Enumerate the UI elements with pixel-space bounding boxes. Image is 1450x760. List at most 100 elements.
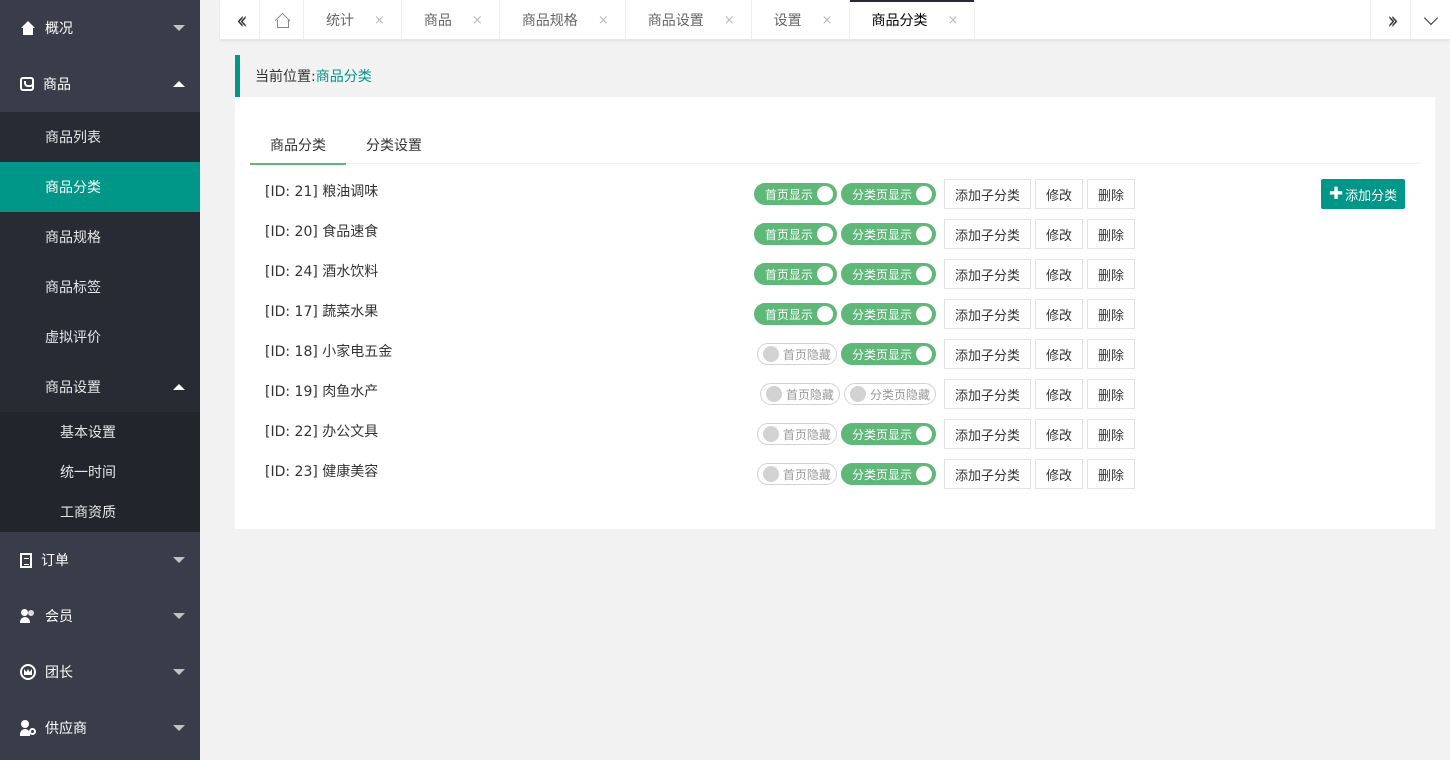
sidebar-item-goods-settings[interactable]: 商品设置 [0, 362, 200, 412]
nav-goods[interactable]: 商品 [0, 56, 200, 112]
tab-statistics[interactable]: 统计 × [304, 0, 402, 40]
category-row: [ID: 19] 肉鱼水产 首页隐藏 分类页隐藏 添加子分类 修改 删除 [265, 379, 1135, 409]
sidebar-item-goods-tags[interactable]: 商品标签 [0, 262, 200, 312]
nav-supplier[interactable]: 供应商 [0, 700, 200, 756]
category-page-visibility-switch[interactable]: 分类页隐藏 [843, 383, 936, 405]
sidebar-item-unified-time[interactable]: 统一时间 [0, 452, 200, 492]
nav-members[interactable]: 会员 [0, 588, 200, 644]
tabs-scroll-right-button[interactable]: ›› [1370, 0, 1410, 40]
delete-button[interactable]: 删除 [1086, 179, 1135, 209]
close-icon[interactable]: × [472, 13, 483, 28]
edit-button[interactable]: 修改 [1034, 259, 1083, 289]
breadcrumb-current[interactable]: 商品分类 [316, 66, 372, 86]
category-page-visibility-switch[interactable]: 分类页显示 [840, 183, 936, 205]
tab-goods-spec[interactable]: 商品规格 × [500, 0, 626, 40]
nav-overview-label: 概况 [45, 21, 73, 37]
category-page-visibility-switch[interactable]: 分类页显示 [840, 423, 936, 445]
sidebar-item-basic-settings[interactable]: 基本设置 [0, 412, 200, 452]
home-visibility-switch[interactable]: 首页隐藏 [756, 463, 837, 485]
category-page-visibility-switch-label: 分类页显示 [851, 467, 912, 482]
tabs-scroll-left-button[interactable]: ‹‹ [220, 0, 260, 40]
category-page-visibility-switch[interactable]: 分类页显示 [840, 343, 936, 365]
category-name: [ID: 19] 肉鱼水产 [265, 384, 379, 400]
double-chevron-left-icon: ‹‹ [236, 5, 248, 35]
add-subcategory-button[interactable]: 添加子分类 [943, 459, 1031, 489]
delete-button[interactable]: 删除 [1086, 419, 1135, 449]
sidebar-item-goods-spec[interactable]: 商品规格 [0, 212, 200, 262]
add-subcategory-button[interactable]: 添加子分类 [943, 419, 1031, 449]
close-icon[interactable]: × [374, 13, 385, 28]
tab-goods-settings[interactable]: 商品设置 × [626, 0, 752, 40]
category-page-visibility-switch[interactable]: 分类页显示 [840, 223, 936, 245]
home-visibility-switch[interactable]: 首页显示 [753, 183, 837, 205]
switch-knob [762, 346, 779, 362]
home-visibility-switch[interactable]: 首页隐藏 [759, 383, 840, 405]
edit-button[interactable]: 修改 [1034, 299, 1083, 329]
category-page-visibility-switch-label: 分类页隐藏 [869, 387, 930, 402]
add-subcategory-button[interactable]: 添加子分类 [943, 179, 1031, 209]
edit-button[interactable]: 修改 [1034, 379, 1083, 409]
switch-knob [915, 466, 932, 482]
add-subcategory-button[interactable]: 添加子分类 [943, 339, 1031, 369]
category-page-visibility-switch[interactable]: 分类页显示 [840, 263, 936, 285]
edit-button[interactable]: 修改 [1034, 219, 1083, 249]
tab-label: 商品设置 [647, 13, 704, 29]
add-subcategory-button[interactable]: 添加子分类 [943, 259, 1031, 289]
switch-knob [816, 186, 833, 202]
edit-button[interactable]: 修改 [1034, 459, 1083, 489]
breadcrumb-label: 当前位置: [255, 69, 316, 85]
nav-overview[interactable]: 概况 [0, 0, 200, 56]
tab-home[interactable] [260, 0, 304, 40]
tab-category-settings[interactable]: 分类设置 [346, 125, 442, 164]
category-page-visibility-switch[interactable]: 分类页显示 [840, 303, 936, 325]
delete-button[interactable]: 删除 [1086, 259, 1135, 289]
home-visibility-switch[interactable]: 首页隐藏 [756, 343, 837, 365]
tab-goods[interactable]: 商品 × [402, 0, 500, 40]
shopping-bag-icon [20, 77, 34, 91]
supplier-icon [20, 720, 36, 736]
add-category-button[interactable]: ✚ 添加分类 [1321, 179, 1405, 209]
nav-team-leader[interactable]: 团长 [0, 644, 200, 700]
nav-orders[interactable]: 订单 [0, 532, 200, 588]
edit-button[interactable]: 修改 [1034, 179, 1083, 209]
category-row: [ID: 24] 酒水饮料 首页显示 分类页显示 添加子分类 修改 删除 [265, 259, 1135, 289]
tab-settings[interactable]: 设置 × [752, 0, 850, 40]
double-chevron-right-icon: ›› [1387, 5, 1399, 35]
close-icon[interactable]: × [724, 13, 735, 28]
home-visibility-switch[interactable]: 首页显示 [753, 263, 837, 285]
add-subcategory-button[interactable]: 添加子分类 [943, 219, 1031, 249]
category-row: [ID: 23] 健康美容 首页隐藏 分类页显示 添加子分类 修改 删除 [265, 459, 1135, 489]
sidebar-item-virtual-reviews[interactable]: 虚拟评价 [0, 312, 200, 362]
delete-button[interactable]: 删除 [1086, 219, 1135, 249]
close-icon[interactable]: × [822, 13, 833, 28]
content-tabs: 商品分类 分类设置 [250, 125, 1420, 165]
add-subcategory-button[interactable]: 添加子分类 [943, 299, 1031, 329]
sidebar-item-goods-category[interactable]: 商品分类 [0, 162, 200, 212]
edit-button[interactable]: 修改 [1034, 339, 1083, 369]
close-icon[interactable]: × [948, 13, 959, 28]
delete-button[interactable]: 删除 [1086, 379, 1135, 409]
tab-goods-category[interactable]: 商品分类 × [849, 0, 976, 40]
switch-knob [915, 306, 932, 322]
delete-button[interactable]: 删除 [1086, 339, 1135, 369]
delete-button[interactable]: 删除 [1086, 459, 1135, 489]
sidebar-item-goods-list[interactable]: 商品列表 [0, 112, 200, 162]
goods-settings-submenu: 基本设置 统一时间 工商资质 [0, 412, 200, 532]
tabs-menu-button[interactable] [1410, 0, 1450, 40]
tab-goods-category-list[interactable]: 商品分类 [250, 125, 346, 165]
home-visibility-switch[interactable]: 首页显示 [753, 303, 837, 325]
sidebar-item-business-license[interactable]: 工商资质 [0, 492, 200, 532]
category-page-visibility-switch-label: 分类页显示 [851, 307, 912, 322]
category-page-visibility-switch[interactable]: 分类页显示 [840, 463, 936, 485]
delete-button[interactable]: 删除 [1086, 299, 1135, 329]
close-icon[interactable]: × [598, 13, 609, 28]
home-visibility-switch[interactable]: 首页隐藏 [756, 423, 837, 445]
home-outline-icon [274, 13, 289, 28]
home-visibility-switch[interactable]: 首页显示 [753, 223, 837, 245]
users-icon [20, 608, 36, 624]
nav-team-leader-label: 团长 [45, 665, 73, 681]
category-name: [ID: 20] 食品速食 [265, 224, 379, 240]
add-subcategory-button[interactable]: 添加子分类 [943, 379, 1031, 409]
switch-knob [849, 386, 866, 402]
edit-button[interactable]: 修改 [1034, 419, 1083, 449]
